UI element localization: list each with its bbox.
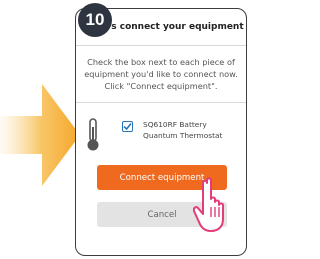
- connect-equipment-label: Connect equipment: [119, 172, 205, 183]
- hand-pointer-icon: [193, 177, 224, 232]
- arrow-right-icon: [0, 84, 80, 186]
- equipment-checkbox[interactable]: [122, 121, 133, 132]
- checkmark-icon: [123, 123, 132, 131]
- equipment-row[interactable]: SQ610RF Battery Quantum Thermostat: [76, 117, 246, 155]
- thermostat-icon: [87, 118, 99, 151]
- cancel-label: Cancel: [147, 209, 177, 220]
- equipment-label: SQ610RF Battery Quantum Thermostat: [143, 120, 223, 140]
- step-number: 10: [85, 10, 105, 29]
- instructions-text: Check the box next to each piece of equi…: [84, 57, 238, 91]
- step-badge: 10: [78, 3, 112, 37]
- dialog-title: Let's connect your equipment: [92, 22, 244, 32]
- divider: [76, 102, 246, 103]
